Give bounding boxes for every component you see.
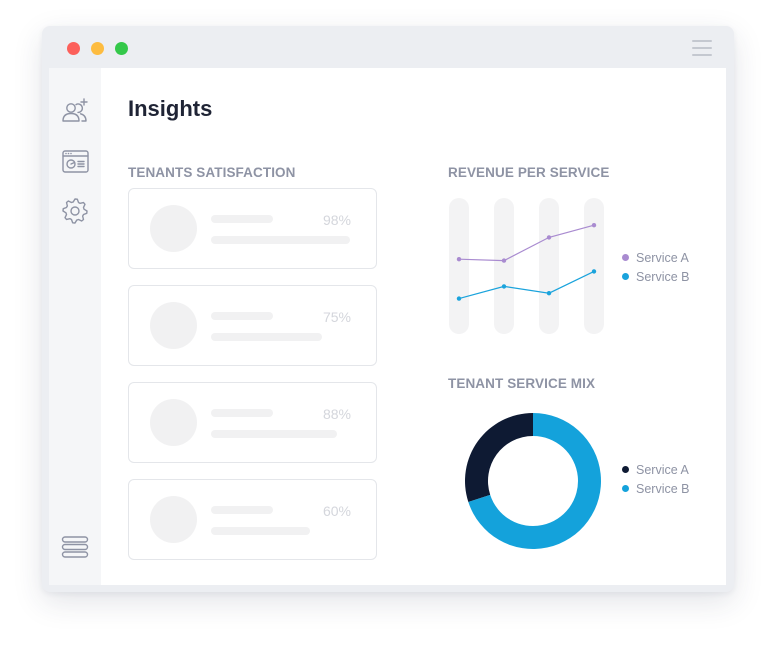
dashboard-icon xyxy=(62,150,89,173)
data-point xyxy=(591,223,597,228)
satisfaction-percent: 60% xyxy=(322,503,351,519)
data-point xyxy=(591,269,597,274)
legend-item-service-a: Service A xyxy=(622,248,690,267)
column-track xyxy=(494,198,514,334)
name-placeholder xyxy=(211,506,273,514)
satisfaction-percent: 75% xyxy=(322,309,351,325)
maximize-window-button[interactable] xyxy=(115,42,128,55)
legend-item-service-a: Service A xyxy=(622,460,690,479)
name-placeholder xyxy=(211,215,273,223)
tenant-service-mix-title: TENANT SERVICE MIX xyxy=(448,376,596,391)
tenant-card[interactable]: 60% xyxy=(128,479,377,560)
add-user-icon xyxy=(62,98,88,122)
mix-legend: Service A Service B xyxy=(622,460,690,498)
app-window: Insights TENANTS SATISFACTION 98% 75% 88… xyxy=(42,26,734,592)
sidebar xyxy=(49,68,101,585)
detail-placeholder xyxy=(211,333,322,341)
tenant-card[interactable]: 75% xyxy=(128,285,377,366)
detail-placeholder xyxy=(211,430,337,438)
column-track xyxy=(539,198,559,334)
name-placeholder xyxy=(211,312,273,320)
gear-hub xyxy=(70,206,80,216)
tenant-card[interactable]: 88% xyxy=(128,382,377,463)
legend-item-service-b: Service B xyxy=(622,479,690,498)
column-track xyxy=(584,198,604,334)
avatar xyxy=(150,496,197,543)
legend-label: Service A xyxy=(636,462,689,477)
hamburger-menu-icon[interactable] xyxy=(692,40,712,56)
sidebar-footer-menu[interactable] xyxy=(60,532,90,562)
data-point xyxy=(546,235,552,240)
close-window-button[interactable] xyxy=(67,42,80,55)
legend-label: Service B xyxy=(636,481,690,496)
sidebar-item-tenants[interactable] xyxy=(60,96,90,126)
tenant-card[interactable]: 98% xyxy=(128,188,377,269)
data-point xyxy=(456,296,462,301)
revenue-line-chart xyxy=(449,198,604,334)
page-title: Insights xyxy=(128,96,213,121)
donut-slice xyxy=(465,413,533,503)
service-mix-donut-chart xyxy=(465,413,602,549)
column-track xyxy=(449,198,469,334)
data-point xyxy=(501,284,507,289)
legend-item-service-b: Service B xyxy=(622,267,690,286)
series-line xyxy=(458,270,595,300)
data-point xyxy=(546,291,552,296)
tenants-satisfaction-title: TENANTS SATISFACTION xyxy=(128,165,296,180)
data-point xyxy=(501,258,507,263)
legend-swatch xyxy=(622,273,629,280)
sidebar-item-settings[interactable] xyxy=(60,196,90,226)
data-point xyxy=(456,257,462,262)
legend-swatch xyxy=(622,254,629,261)
avatar xyxy=(150,399,197,446)
minimize-window-button[interactable] xyxy=(91,42,104,55)
stack-menu-icon xyxy=(61,536,89,558)
revenue-per-service-title: REVENUE PER SERVICE xyxy=(448,165,610,180)
detail-placeholder xyxy=(211,527,310,535)
main-content: Insights TENANTS SATISFACTION 98% 75% 88… xyxy=(101,68,726,585)
avatar xyxy=(150,205,197,252)
name-placeholder xyxy=(211,409,273,417)
satisfaction-percent: 88% xyxy=(322,406,351,422)
gear-outline xyxy=(62,198,88,224)
legend-swatch xyxy=(622,485,629,492)
sidebar-item-dashboard[interactable] xyxy=(60,147,90,177)
detail-placeholder xyxy=(211,236,350,244)
satisfaction-percent: 98% xyxy=(322,212,351,228)
gear-icon xyxy=(62,198,88,224)
legend-swatch xyxy=(622,466,629,473)
legend-label: Service A xyxy=(636,250,689,265)
revenue-legend: Service A Service B xyxy=(622,248,690,286)
avatar xyxy=(150,302,197,349)
series-line xyxy=(458,224,595,262)
legend-label: Service B xyxy=(636,269,690,284)
